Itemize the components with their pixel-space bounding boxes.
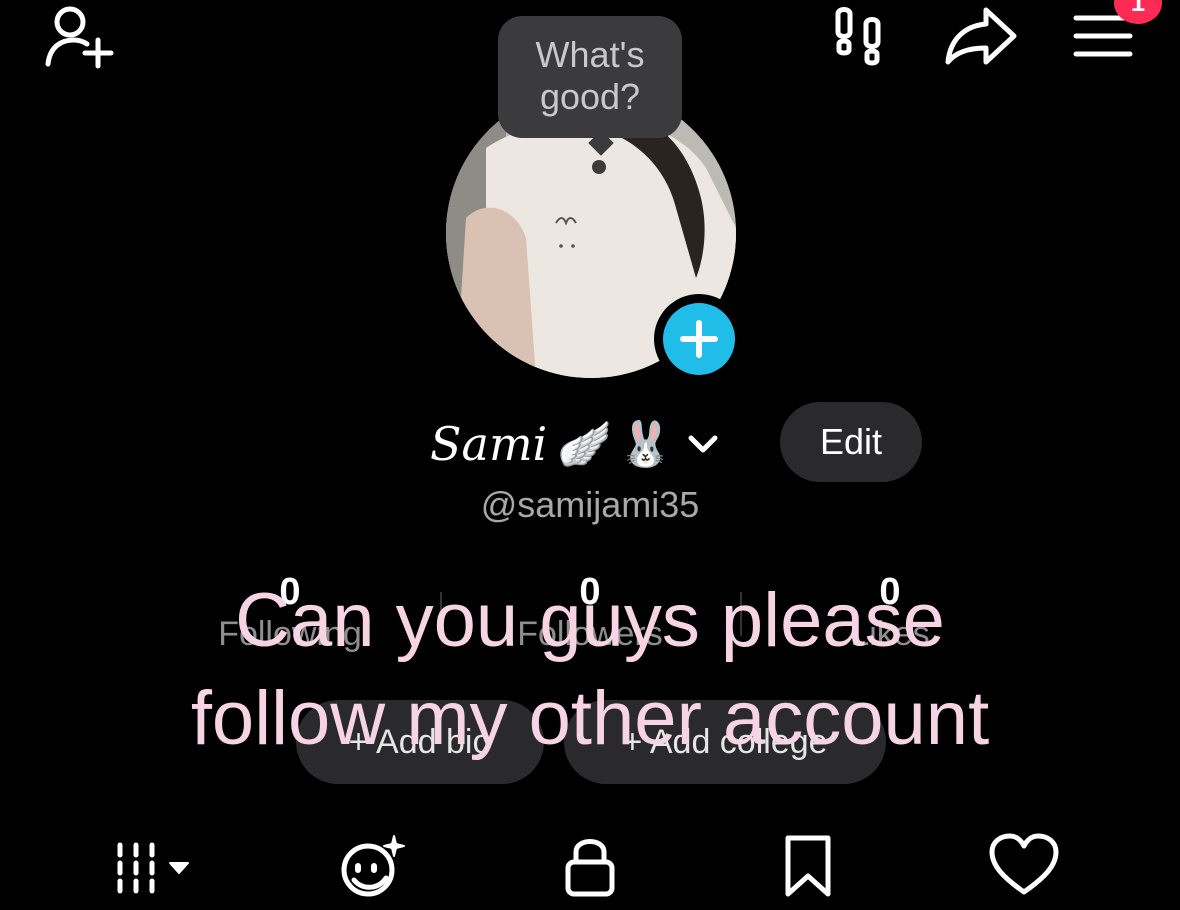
share-arrow-icon: [945, 7, 1017, 65]
plus-icon: [680, 320, 718, 358]
username: @samijami35: [480, 484, 700, 525]
overlay-caption-line-1: Can you guys please: [235, 578, 945, 663]
lock-icon: [565, 839, 615, 897]
add-friend-button[interactable]: [40, 4, 116, 70]
share-profile-button[interactable]: [942, 4, 1020, 68]
tab-reposts[interactable]: [334, 830, 414, 900]
display-name: Sami: [430, 417, 548, 471]
display-name-row[interactable]: Sami 🪽🐰: [430, 412, 721, 476]
heart-icon: [989, 833, 1059, 895]
footprints-icon: [835, 7, 881, 66]
profile-views-button[interactable]: [830, 4, 892, 68]
chevron-down-icon: [688, 435, 718, 453]
name-emoji: 🪽🐰: [557, 419, 679, 470]
tab-saved[interactable]: [768, 830, 848, 900]
overlay-caption-line-2: follow my other account: [190, 676, 990, 761]
note-bubble[interactable]: What's good?: [498, 16, 682, 138]
edit-profile-button[interactable]: Edit: [780, 402, 922, 482]
bookmark-icon: [785, 835, 831, 897]
tab-private[interactable]: [550, 830, 630, 900]
add-story-button[interactable]: [654, 294, 744, 384]
rewind-icon: [341, 835, 405, 897]
note-bubble-dot: [592, 160, 606, 174]
person-add-icon: [45, 6, 114, 69]
tab-videos[interactable]: [108, 830, 208, 900]
grid-icon: [117, 842, 189, 894]
tab-liked[interactable]: [984, 830, 1064, 900]
